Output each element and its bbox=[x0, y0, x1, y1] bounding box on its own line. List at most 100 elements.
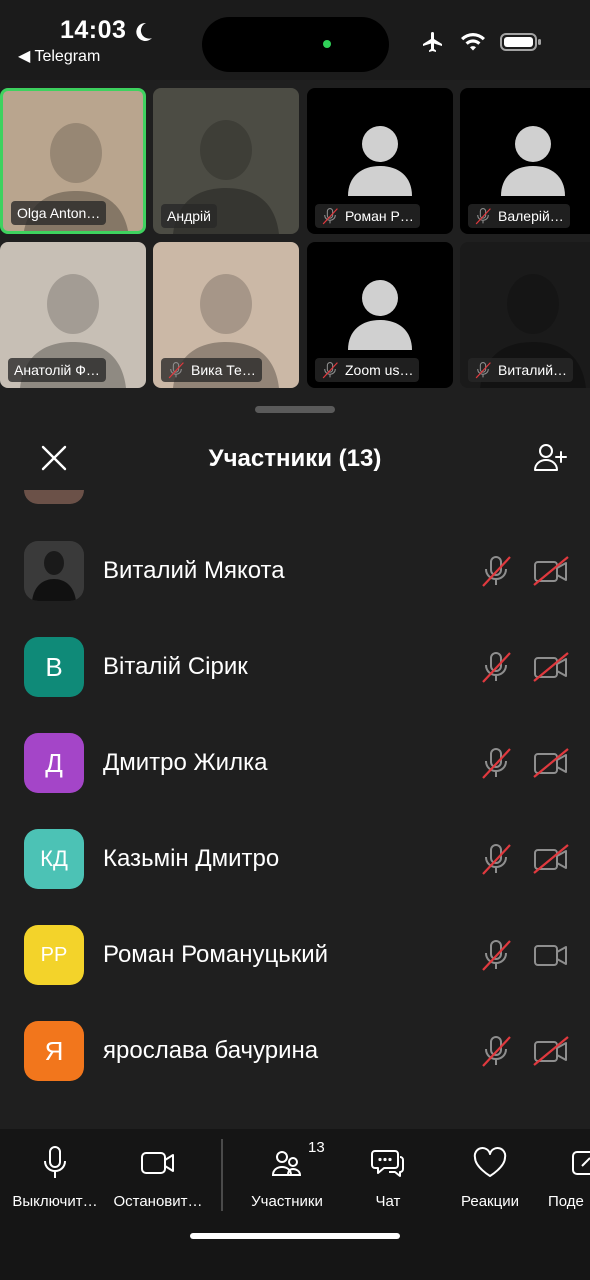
tile-name: Zoom us… bbox=[345, 362, 414, 378]
camera-indicator-dot bbox=[323, 40, 331, 48]
tile-name: Андрій bbox=[167, 208, 211, 224]
video-tile[interactable]: Olga Anton… bbox=[0, 88, 146, 234]
tile-name-label: Виталий… bbox=[468, 358, 574, 382]
participant-name: Виталий Мякота bbox=[103, 557, 285, 584]
participant-row[interactable]: Д Дмитро Жилка bbox=[0, 716, 590, 812]
tile-name: Olga Anton… bbox=[17, 205, 101, 221]
video-tile[interactable]: Анатолій Ф… bbox=[0, 242, 146, 388]
chat-button[interactable]: Чат bbox=[338, 1143, 438, 1210]
default-avatar-icon bbox=[501, 126, 565, 196]
wifi-icon bbox=[461, 33, 485, 51]
airplane-mode-icon bbox=[423, 32, 442, 52]
share-button[interactable]: Поде bbox=[542, 1143, 590, 1210]
mute-label: Выключит… bbox=[12, 1193, 98, 1210]
default-avatar-icon bbox=[348, 280, 412, 350]
avatar-initials: РР bbox=[40, 943, 68, 966]
video-label: Остановит… bbox=[113, 1193, 203, 1210]
share-label: Поде bbox=[548, 1193, 584, 1210]
participant-name: Віталій Сірик bbox=[103, 653, 248, 680]
participant-row[interactable]: В Віталій Сірик bbox=[0, 620, 590, 716]
status-bar: 14:03 ◀ Telegram bbox=[0, 0, 590, 80]
tile-name: Роман Р… bbox=[345, 208, 414, 224]
chat-icon bbox=[371, 1150, 404, 1177]
heart-icon bbox=[473, 1147, 507, 1177]
avatar-initials: КД bbox=[40, 846, 68, 871]
avatar: Д bbox=[24, 733, 84, 793]
tile-name-label: Вика Те… bbox=[161, 358, 262, 382]
mic-off-icon bbox=[475, 208, 491, 225]
moon-icon bbox=[136, 22, 152, 41]
participant-name: Роман Романуцький bbox=[103, 941, 329, 968]
clock: 14:03 bbox=[60, 16, 127, 44]
mic-off-icon bbox=[475, 362, 491, 379]
mic-off-icon bbox=[482, 652, 511, 683]
tile-name: Вика Те… bbox=[191, 362, 256, 378]
participant-row[interactable]: РР Роман Романуцький bbox=[0, 908, 590, 1004]
tile-name: Валерій… bbox=[498, 208, 564, 224]
mic-off-icon bbox=[482, 556, 511, 587]
chat-label: Чат bbox=[375, 1193, 401, 1210]
microphone-icon bbox=[44, 1146, 66, 1178]
avatar-initials: В bbox=[45, 651, 63, 682]
avatar-initials: Я bbox=[44, 1035, 64, 1066]
reactions-label: Реакции bbox=[461, 1193, 519, 1210]
add-participant-icon[interactable] bbox=[532, 440, 568, 476]
default-avatar-icon bbox=[348, 126, 412, 196]
mic-off-icon bbox=[482, 940, 511, 971]
video-tile[interactable]: Роман Р… bbox=[307, 88, 453, 234]
tile-name: Анатолій Ф… bbox=[14, 362, 100, 378]
avatar: КД bbox=[24, 829, 84, 889]
camera-off-icon bbox=[533, 748, 569, 778]
avatar: РР bbox=[24, 925, 84, 985]
dynamic-island bbox=[202, 17, 389, 72]
video-tile[interactable]: Андрій bbox=[153, 88, 299, 234]
camera-off-icon bbox=[533, 844, 569, 874]
participant-name: Казьмін Дмитро bbox=[103, 845, 280, 872]
partial-avatar bbox=[24, 490, 84, 504]
mic-off-icon bbox=[322, 208, 338, 225]
participant-row[interactable]: Я ярослава бачурина bbox=[0, 1004, 590, 1100]
camera-off-icon bbox=[533, 652, 569, 682]
tile-name-label: Olga Anton… bbox=[11, 201, 107, 225]
camera-off-icon bbox=[533, 556, 569, 586]
participants-label: Участники bbox=[251, 1193, 323, 1210]
share-icon bbox=[572, 1151, 590, 1175]
mic-off-icon bbox=[482, 748, 511, 779]
avatar: В bbox=[24, 637, 84, 697]
tile-name: Виталий… bbox=[498, 362, 568, 378]
meeting-toolbar: Выключит… Остановит… Участники 13 Чат Ре… bbox=[0, 1129, 590, 1280]
tile-name-label: Валерій… bbox=[468, 204, 570, 228]
tile-name-label: Анатолій Ф… bbox=[8, 358, 106, 382]
participant-row[interactable]: Виталий Мякота bbox=[0, 524, 590, 620]
video-camera-icon bbox=[141, 1152, 174, 1174]
tile-name-label: Роман Р… bbox=[315, 204, 420, 228]
home-indicator[interactable] bbox=[190, 1233, 400, 1239]
participant-name: ярослава бачурина bbox=[103, 1037, 319, 1064]
avatar-photo bbox=[24, 541, 84, 601]
back-to-app-link[interactable]: ◀ Telegram bbox=[18, 46, 100, 66]
sheet-grabber[interactable] bbox=[255, 406, 335, 413]
stop-video-button[interactable]: Остановит… bbox=[108, 1143, 208, 1210]
participant-name: Дмитро Жилка bbox=[103, 749, 268, 776]
mic-off-icon bbox=[482, 1036, 511, 1067]
avatar-initials: Д bbox=[45, 747, 63, 778]
video-tile[interactable]: Виталий… bbox=[460, 242, 590, 388]
reactions-button[interactable]: Реакции bbox=[440, 1143, 540, 1210]
participant-row[interactable]: КД Казьмін Дмитро bbox=[0, 812, 590, 908]
tile-name-label: Zoom us… bbox=[315, 358, 420, 382]
participants-icon bbox=[271, 1151, 302, 1176]
camera-icon bbox=[534, 945, 567, 966]
participants-count-badge: 13 bbox=[308, 1139, 325, 1156]
avatar: Я bbox=[24, 1021, 84, 1081]
mic-off-icon bbox=[168, 362, 184, 379]
battery-icon bbox=[500, 33, 541, 51]
avatar bbox=[24, 541, 84, 601]
mic-off-icon bbox=[322, 362, 338, 379]
participants-sheet-header: Участники (13) bbox=[0, 425, 590, 495]
camera-off-icon bbox=[533, 1036, 569, 1066]
video-tile[interactable]: Вика Те… bbox=[153, 242, 299, 388]
mute-button[interactable]: Выключит… bbox=[5, 1143, 105, 1210]
video-tile[interactable]: Валерій… bbox=[460, 88, 590, 234]
status-icons bbox=[420, 30, 542, 54]
video-tile[interactable]: Zoom us… bbox=[307, 242, 453, 388]
